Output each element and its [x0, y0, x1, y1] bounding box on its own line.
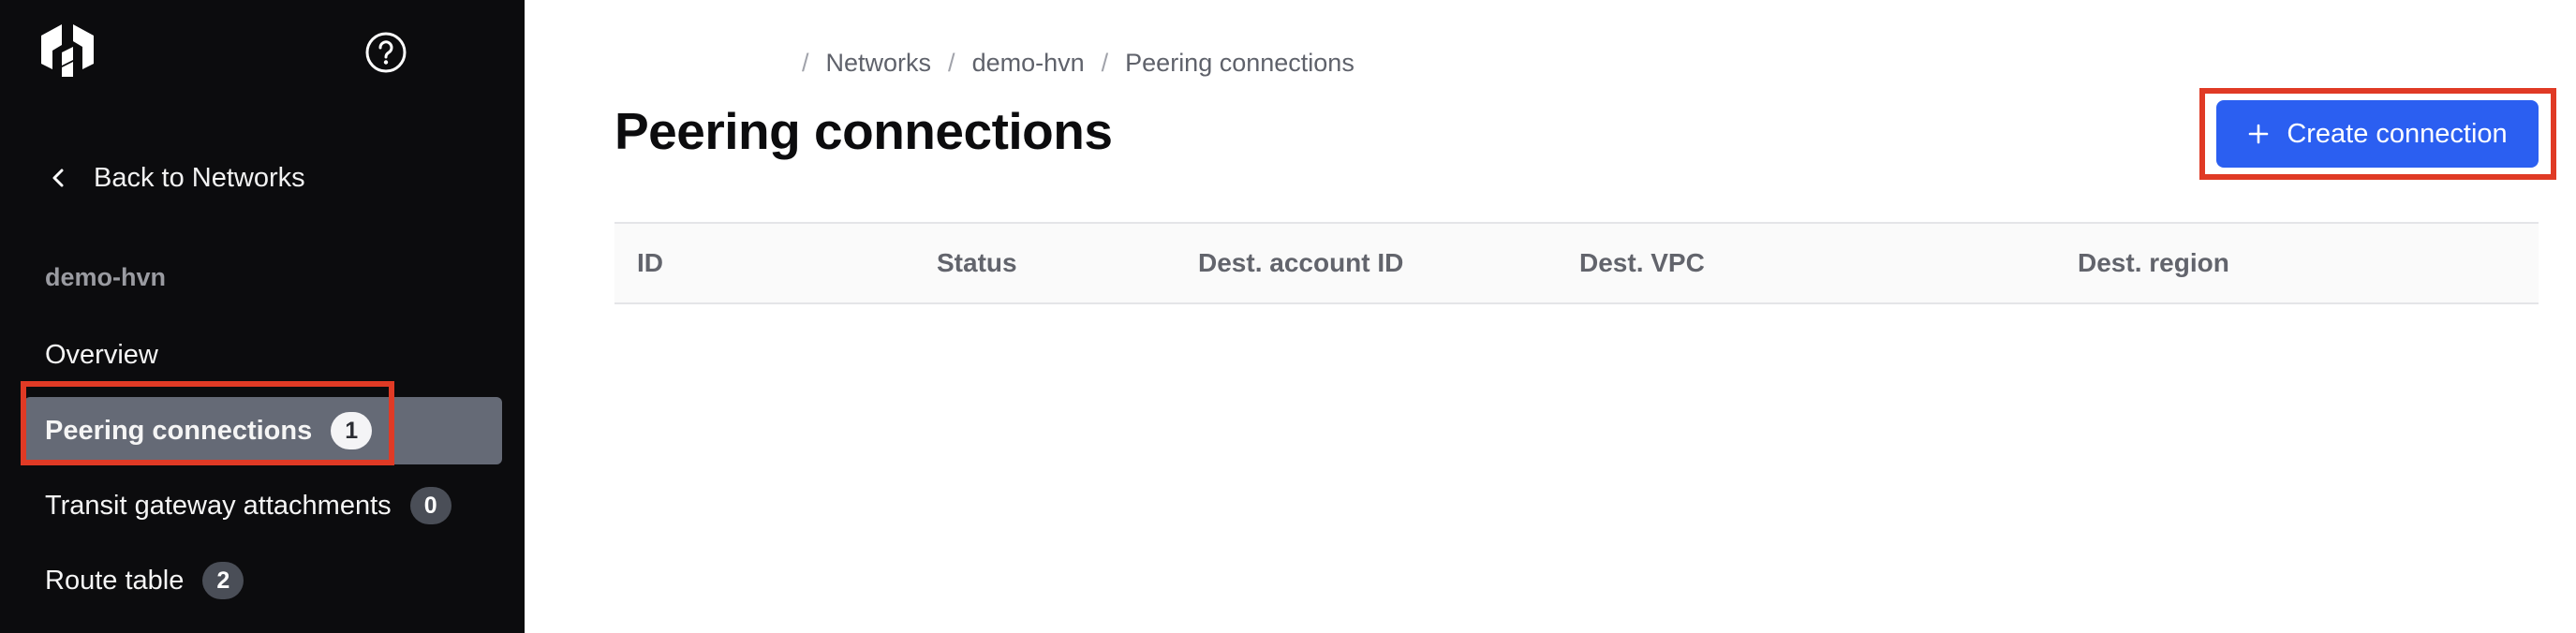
plus-icon — [2249, 124, 2269, 144]
create-connection-label: Create connection — [2287, 118, 2508, 149]
sidebar-section-label: demo-hvn — [45, 263, 167, 291]
breadcrumb-separator: / — [1101, 49, 1109, 77]
breadcrumb-current: Peering connections — [1125, 49, 1355, 77]
chevron-left-icon — [52, 169, 64, 187]
hashicorp-logo-icon[interactable] — [37, 21, 97, 81]
create-connection-button[interactable]: Create connection — [2216, 100, 2539, 168]
back-to-networks-link[interactable]: Back to Networks — [49, 157, 305, 199]
column-header-dest-region[interactable]: Dest. region — [2078, 224, 2229, 302]
breadcrumb-demo-hvn[interactable]: demo-hvn — [972, 49, 1085, 78]
column-header-dest-vpc[interactable]: Dest. VPC — [1579, 224, 1705, 302]
back-link-label: Back to Networks — [94, 162, 305, 193]
count-badge: 1 — [331, 412, 373, 449]
sidebar-item-peering-connections[interactable]: Peering connections 1 — [24, 397, 502, 464]
help-circle-icon[interactable] — [363, 30, 408, 75]
column-header-status[interactable]: Status — [937, 224, 1017, 302]
sidebar-item-label: Peering connections — [45, 415, 313, 446]
sidebar-item-label: Overview — [45, 339, 158, 370]
sidebar-item-label: Route table — [45, 565, 185, 596]
breadcrumb-networks[interactable]: Networks — [826, 49, 932, 78]
breadcrumb-separator: / — [948, 49, 955, 77]
sidebar-item-route-table[interactable]: Route table 2 — [24, 547, 502, 614]
count-badge: 0 — [409, 487, 452, 524]
app-window: Back to Networks demo-hvn Overview Peeri… — [0, 0, 2576, 633]
sidebar-item-transit-gateway-attachments[interactable]: Transit gateway attachments 0 — [24, 472, 502, 539]
breadcrumb-separator: / — [802, 49, 809, 77]
main-content: / Networks / demo-hvn / Peering connecti… — [525, 0, 2576, 633]
column-header-id[interactable]: ID — [637, 224, 663, 302]
count-badge: 2 — [202, 562, 244, 599]
sidebar-item-label: Transit gateway attachments — [45, 490, 392, 521]
column-header-dest-account-id[interactable]: Dest. account ID — [1198, 224, 1403, 302]
page-title: Peering connections — [614, 102, 1113, 160]
sidebar-item-overview[interactable]: Overview — [24, 321, 502, 389]
sidebar: Back to Networks demo-hvn Overview Peeri… — [0, 0, 525, 633]
peering-connections-table: ID Status Dest. account ID Dest. VPC Des… — [614, 222, 2539, 304]
breadcrumb: / Networks / demo-hvn / Peering connecti… — [802, 49, 1371, 78]
